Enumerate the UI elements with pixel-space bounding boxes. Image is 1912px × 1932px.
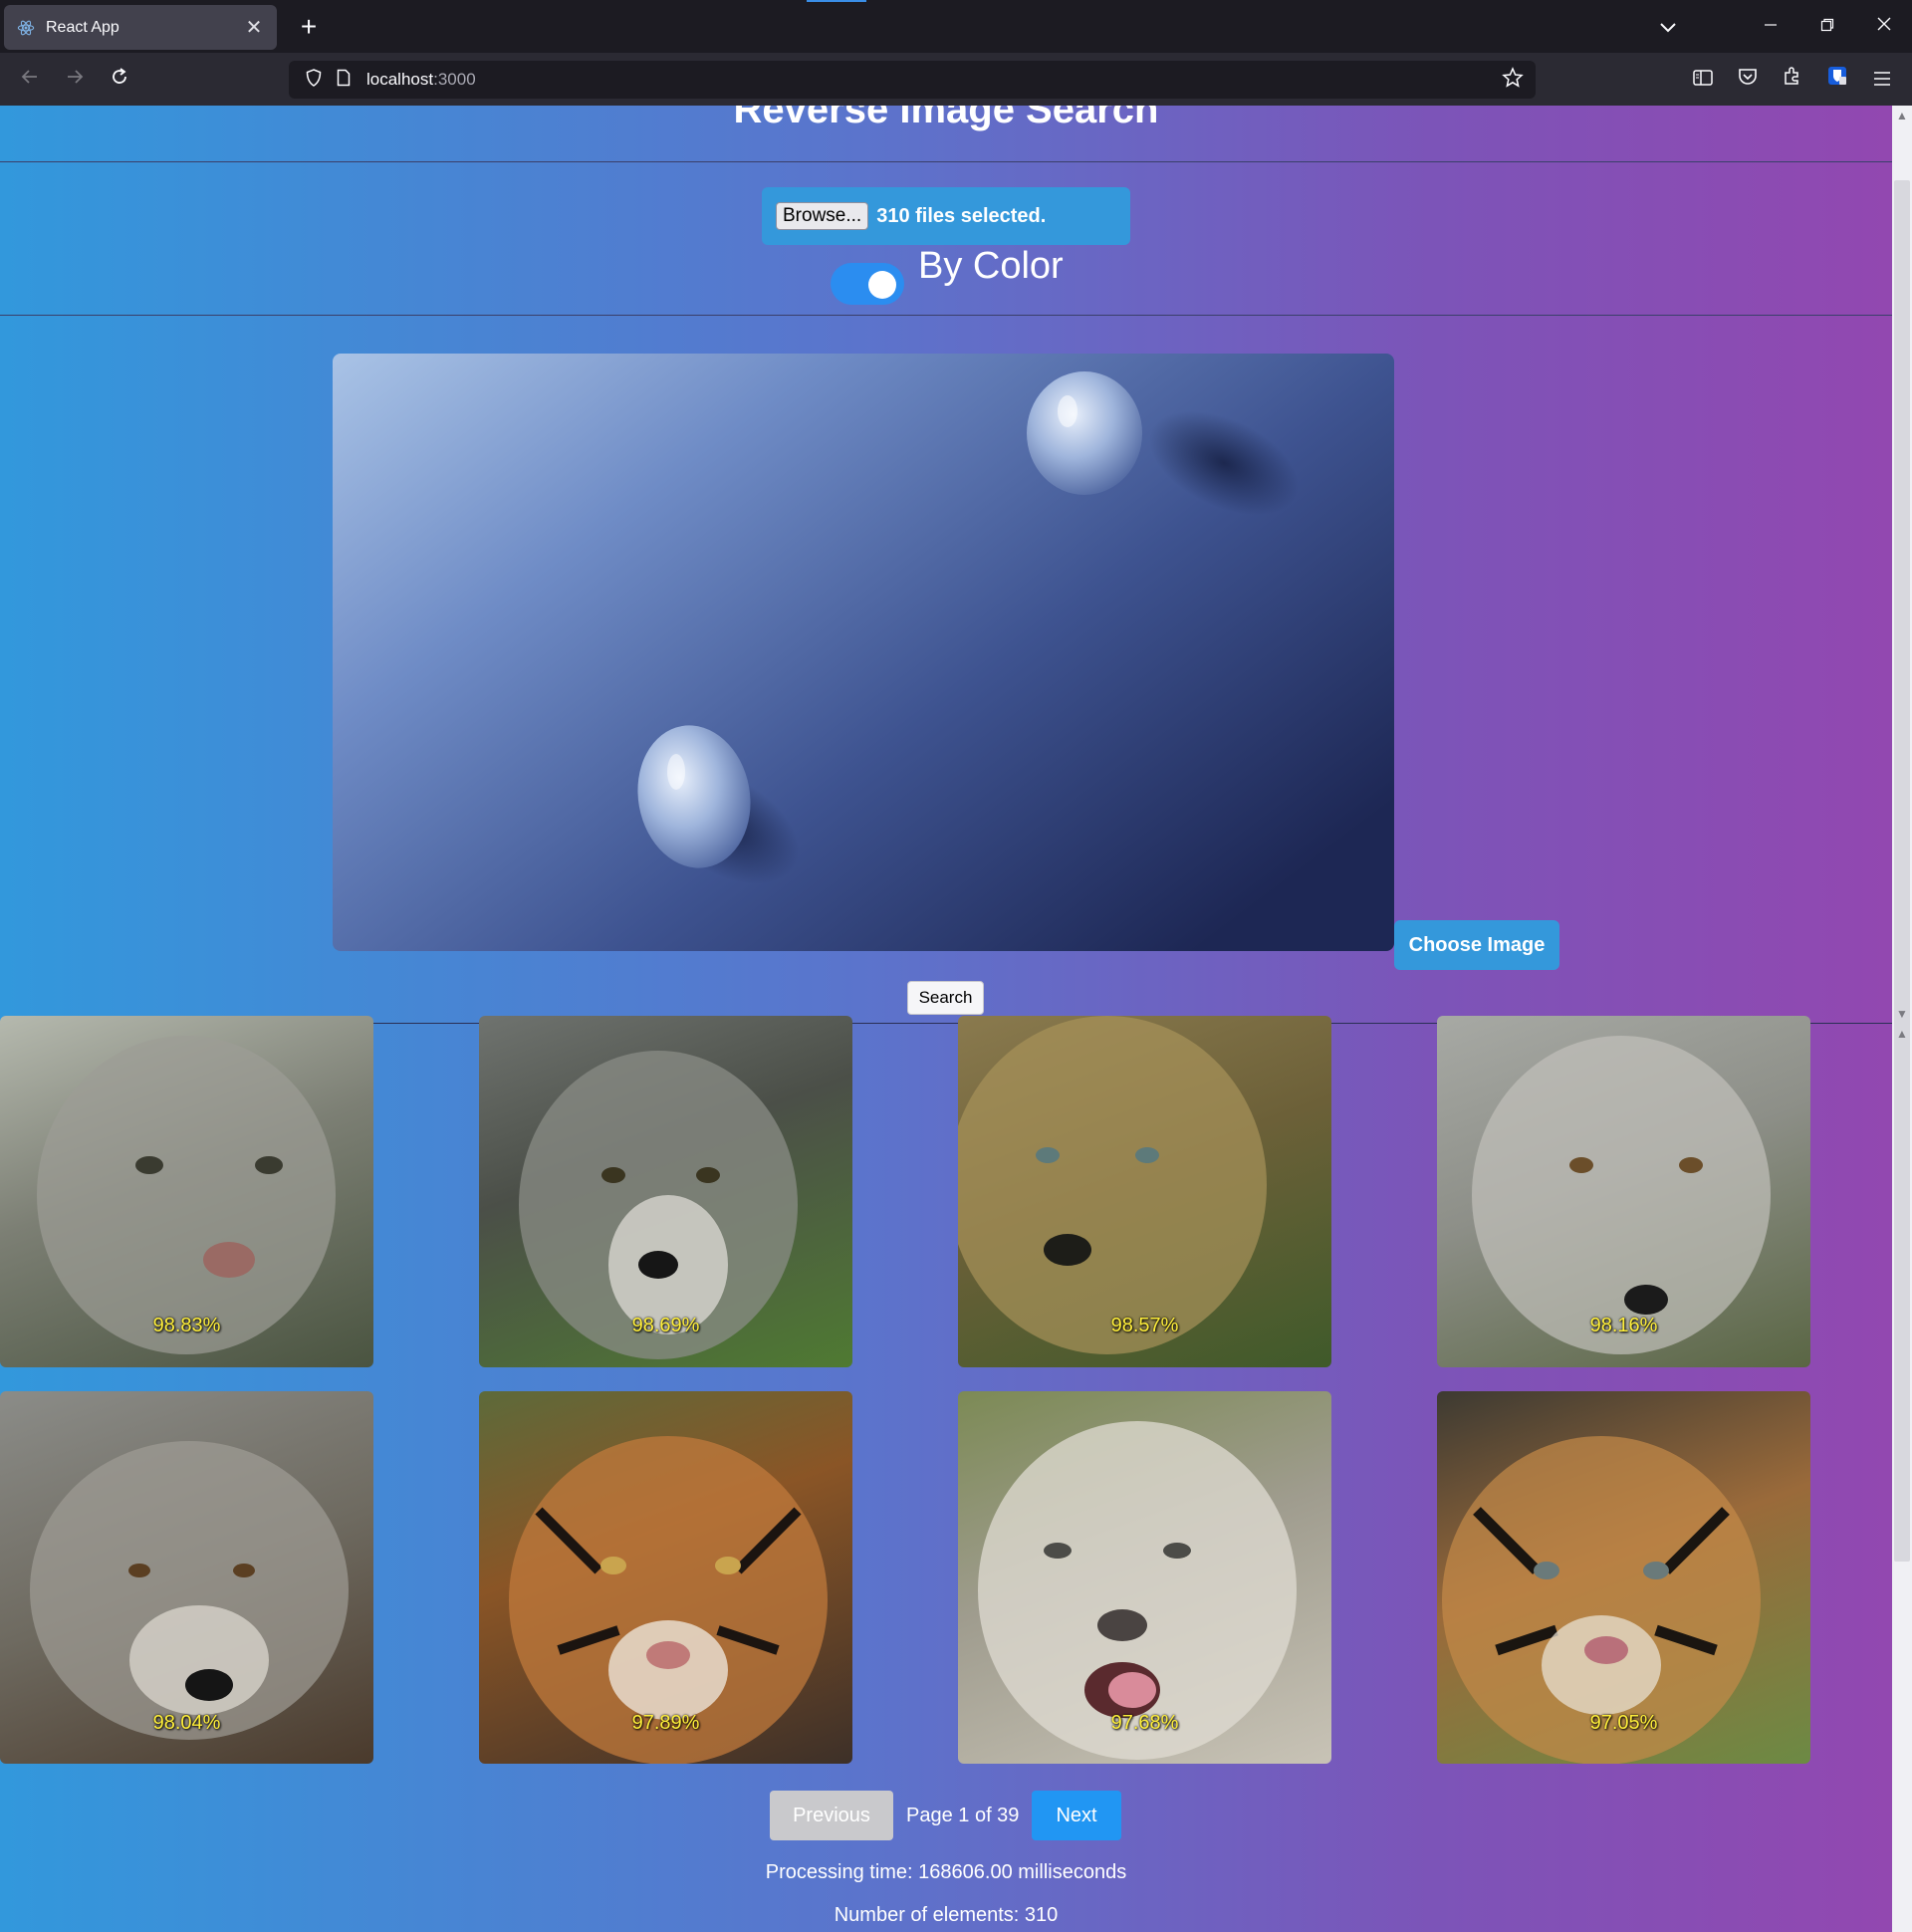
url-port: :3000 [433, 70, 476, 89]
tab-title: React App [46, 18, 120, 36]
water-droplets-image [333, 354, 1394, 951]
query-image-preview [333, 354, 1394, 951]
processing-time-text: Processing time: 168606.00 milliseconds [765, 1861, 1127, 1883]
result-tile[interactable]: 97.89% [479, 1391, 852, 1764]
back-arrow-icon[interactable] [12, 62, 48, 98]
minimize-icon[interactable] [1751, 8, 1791, 44]
puzzle-icon[interactable] [1777, 64, 1808, 96]
similarity-score: 98.57% [1110, 1315, 1179, 1336]
similarity-score: 97.05% [1589, 1712, 1658, 1734]
restore-icon[interactable] [1807, 8, 1847, 44]
address-bar[interactable]: localhost:3000 [289, 61, 1536, 99]
close-window-icon[interactable] [1864, 8, 1904, 44]
page-indicator: Page 1 of 39 [906, 1805, 1020, 1826]
page-title: Reverse Image Search [733, 106, 1159, 131]
toggle-label: By Color [918, 245, 1064, 287]
file-upload-box[interactable]: Browse... 310 files selected. [762, 187, 1130, 245]
plus-icon[interactable]: + [292, 10, 326, 44]
similarity-score: 97.68% [1110, 1712, 1179, 1734]
result-tile[interactable]: 98.69% [479, 1016, 852, 1367]
forward-arrow-icon[interactable] [57, 62, 93, 98]
browse-button[interactable]: Browse... [776, 202, 869, 230]
similarity-score: 98.83% [152, 1315, 221, 1336]
star-icon[interactable] [1502, 67, 1524, 95]
chevron-down-icon[interactable] [1653, 12, 1683, 42]
result-tile[interactable]: 97.05% [1437, 1391, 1810, 1764]
browser-tab-bar: React App ✕ + [0, 0, 1912, 53]
by-color-toggle[interactable] [831, 263, 904, 305]
similarity-score: 97.89% [631, 1712, 700, 1734]
wolf-image [30, 1441, 349, 1740]
scroll-thumb[interactable] [1894, 180, 1910, 1562]
browser-nav-bar: localhost:3000 [0, 53, 1912, 106]
similarity-score: 98.04% [152, 1712, 221, 1734]
choose-image-button[interactable]: Choose Image [1394, 920, 1559, 970]
browser-tab[interactable]: React App ✕ [4, 5, 277, 50]
toggle-knob [868, 271, 896, 299]
similarity-score: 98.16% [1589, 1315, 1658, 1336]
element-count-text: Number of elements: 310 [834, 1904, 1059, 1926]
files-selected-text: 310 files selected. [876, 204, 1047, 227]
pocket-icon[interactable] [1732, 64, 1764, 96]
snow-leopard-image [978, 1421, 1297, 1760]
shield-icon[interactable] [299, 68, 329, 92]
hamburger-menu-icon[interactable] [1866, 64, 1898, 96]
sidebar-icon[interactable] [1687, 64, 1719, 96]
bitwarden-icon[interactable] [1821, 64, 1853, 96]
page-icon[interactable] [329, 69, 358, 92]
reload-icon[interactable] [102, 62, 137, 98]
scroll-up-icon[interactable]: ▲ [1892, 1026, 1912, 1042]
page-viewport: Reverse Image Search Browse... 310 files… [0, 106, 1912, 1932]
close-icon[interactable]: ✕ [243, 15, 265, 40]
tiger-image [509, 1436, 828, 1764]
pagination: Previous Page 1 of 39 Next [0, 1791, 1892, 1840]
scroll-up-icon[interactable]: ▲ [1892, 108, 1912, 123]
result-tile[interactable]: 98.83% [0, 1016, 373, 1367]
page-scrollbar[interactable]: ▲ ▼ ▲ [1892, 106, 1912, 1932]
search-button[interactable]: Search [907, 981, 984, 1015]
result-tile[interactable]: 97.68% [958, 1391, 1331, 1764]
tab-indicator [807, 0, 866, 2]
similarity-score: 98.69% [631, 1315, 700, 1336]
divider [0, 315, 1892, 316]
divider [0, 161, 1892, 162]
previous-button[interactable]: Previous [770, 1791, 893, 1840]
result-tile[interactable]: 98.04% [0, 1391, 373, 1764]
tiger-image [1442, 1436, 1761, 1764]
url-host: localhost [366, 70, 434, 89]
next-button[interactable]: Next [1032, 1791, 1121, 1840]
scroll-down-icon[interactable]: ▼ [1892, 1006, 1912, 1022]
result-tile[interactable]: 98.16% [1437, 1016, 1810, 1367]
result-tile[interactable]: 98.57% [958, 1016, 1331, 1367]
react-icon [16, 18, 36, 38]
